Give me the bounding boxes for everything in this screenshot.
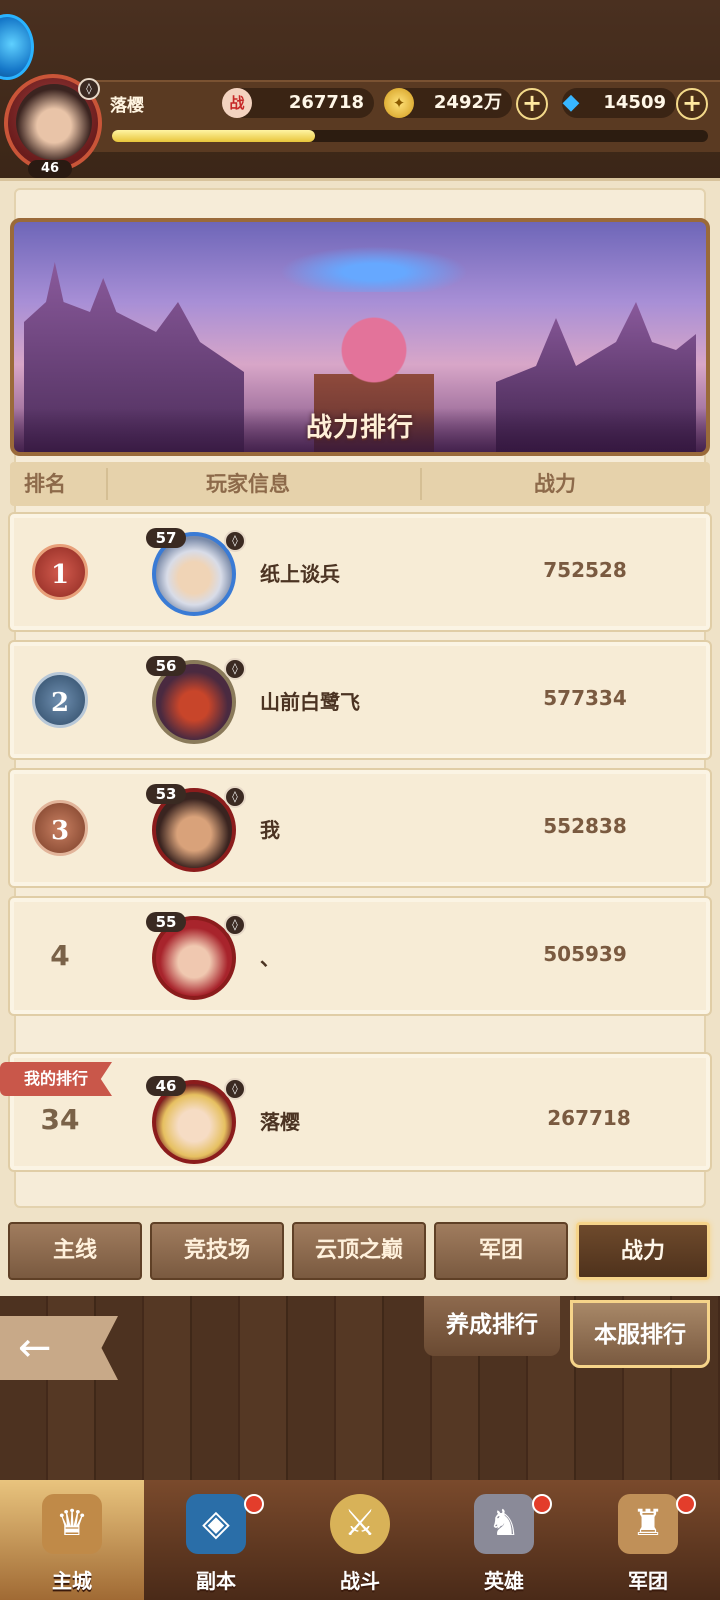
my-rank-number: 34 xyxy=(40,1103,80,1136)
ranking-row[interactable]: 1 57 ◊ 纸上谈兵 752528 xyxy=(8,512,712,632)
nav-label: 军团 xyxy=(628,1569,668,1593)
tab-arena[interactable]: 竞技场 xyxy=(150,1222,284,1280)
notification-dot xyxy=(532,1494,552,1514)
vip-badge-icon: ◊ xyxy=(224,786,246,808)
my-rank-row[interactable]: 34 46 ◊ 落樱 267718 xyxy=(8,1052,712,1172)
bottom-navigation: ♛ 主城 ◈ 副本 ⚔ 战斗 ♞ 英雄 ♜ 军团 xyxy=(0,1480,720,1600)
power-value: 577334 xyxy=(543,686,627,710)
rank-medal-icon: 1 xyxy=(32,544,88,600)
diamond-icon: ◆ xyxy=(562,90,580,115)
nav-heroes[interactable]: ♞ 英雄 xyxy=(432,1480,576,1600)
knight-icon: ♞ xyxy=(474,1494,534,1554)
player-name: 我 xyxy=(260,818,280,842)
exp-bar xyxy=(112,130,708,142)
category-tabs: 主线 竞技场 云顶之巅 军团 战力 xyxy=(8,1222,712,1282)
tab-cultivate-ranking[interactable]: 养成排行 xyxy=(424,1296,560,1356)
tab-summit[interactable]: 云顶之巅 xyxy=(292,1222,426,1280)
tab-server-ranking[interactable]: 本服排行 xyxy=(570,1300,710,1368)
power-value: 552838 xyxy=(543,814,627,838)
player-level: 46 xyxy=(28,160,72,178)
portal-icon: ◈ xyxy=(186,1494,246,1554)
notification-dot xyxy=(244,1494,264,1514)
ranking-row[interactable]: 2 56 ◊ 山前白鹭飞 577334 xyxy=(8,640,712,760)
tab-power[interactable]: 战力 xyxy=(576,1222,710,1280)
tab-mainline[interactable]: 主线 xyxy=(8,1222,142,1280)
hero-level: 57 xyxy=(146,528,186,548)
add-diamond-button[interactable]: + xyxy=(676,88,708,120)
column-divider xyxy=(420,468,422,500)
banner-icon: ♜ xyxy=(618,1494,678,1554)
player-name: 纸上谈兵 xyxy=(260,562,340,586)
ranking-row[interactable]: 4 55 ◊ 、 505939 xyxy=(8,896,712,1016)
power-value: 752528 xyxy=(543,558,627,582)
banner-title: 战力排行 xyxy=(305,413,414,443)
rank-number: 4 xyxy=(50,939,70,972)
nav-label: 英雄 xyxy=(484,1569,524,1593)
notification-dot xyxy=(676,1494,696,1514)
nav-label: 战斗 xyxy=(340,1569,380,1593)
vip-badge-icon: ◊ xyxy=(224,914,246,936)
rank-medal-icon: 3 xyxy=(32,800,88,856)
nav-legion[interactable]: ♜ 军团 xyxy=(576,1480,720,1600)
hero-level: 55 xyxy=(146,912,186,932)
col-rank: 排名 xyxy=(24,472,66,496)
castle-icon: ♛ xyxy=(42,1494,102,1554)
nav-dungeon[interactable]: ◈ 副本 xyxy=(144,1480,288,1600)
power-icon: 战 xyxy=(222,88,252,118)
add-gold-button[interactable]: + xyxy=(516,88,548,120)
player-name: 山前白鹭飞 xyxy=(260,690,360,714)
exp-bar-fill xyxy=(112,130,315,142)
sword-icon: ⚔ xyxy=(330,1494,390,1554)
nav-battle[interactable]: ⚔ 战斗 xyxy=(288,1480,432,1600)
column-divider xyxy=(106,468,108,500)
tab-legion[interactable]: 军团 xyxy=(434,1222,568,1280)
winged-crest-illustration xyxy=(264,242,484,292)
nav-label: 副本 xyxy=(196,1569,236,1593)
col-player-info: 玩家信息 xyxy=(206,472,290,496)
col-power: 战力 xyxy=(534,472,576,496)
back-arrow-button[interactable]: ← xyxy=(0,1316,118,1380)
my-rank-tag: 我的排行 xyxy=(0,1062,112,1096)
ranking-row[interactable]: 3 53 ◊ 我 552838 xyxy=(8,768,712,888)
nav-label: 主城 xyxy=(52,1569,92,1593)
ranking-banner: 战力排行 xyxy=(10,218,710,456)
vip-badge-icon: ◊ xyxy=(224,658,246,680)
hero-level: 56 xyxy=(146,656,186,676)
rank-medal-icon: 2 xyxy=(32,672,88,728)
my-power-value: 267718 xyxy=(547,1106,631,1130)
vip-badge-icon: ◊ xyxy=(78,78,100,100)
vip-badge-icon: ◊ xyxy=(224,530,246,552)
my-hero-level: 46 xyxy=(146,1076,186,1096)
player-name: 、 xyxy=(260,946,280,970)
my-player-name: 落樱 xyxy=(260,1110,300,1134)
player-name: 落樱 xyxy=(110,96,144,116)
hero-level: 53 xyxy=(146,784,186,804)
column-header: 排名 玩家信息 战力 xyxy=(10,462,710,506)
vip-badge-icon: ◊ xyxy=(224,1078,246,1100)
power-value: 505939 xyxy=(543,942,627,966)
nav-main-city[interactable]: ♛ 主城 xyxy=(0,1480,144,1600)
gold-coin-icon: ✦ xyxy=(384,88,414,118)
